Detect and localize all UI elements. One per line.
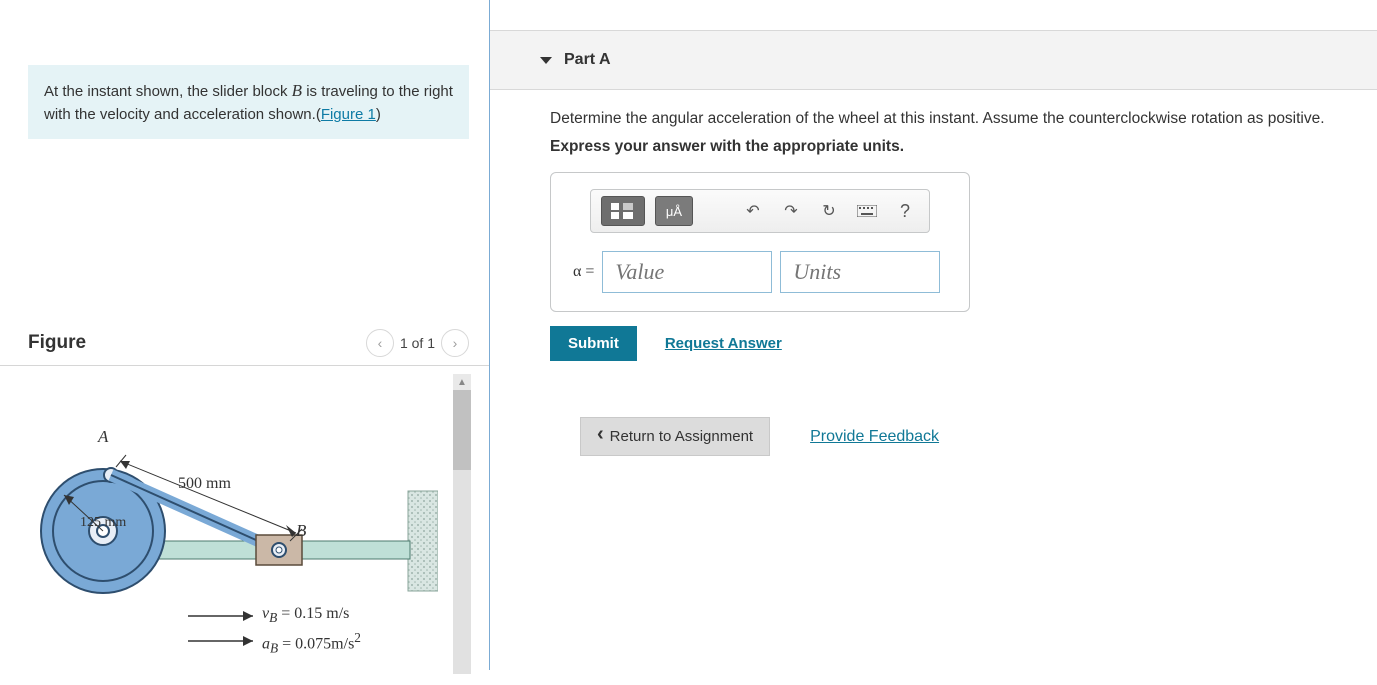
reset-button[interactable]: ↻ [815, 196, 843, 226]
scroll-thumb[interactable] [453, 390, 471, 470]
figure-scrollbar[interactable]: ▲ [453, 374, 471, 674]
answer-toolbar: μÅ ↶ ↷ ↻ ? [590, 189, 930, 233]
chevron-left-icon [597, 428, 604, 445]
figure-area: ▲ [0, 365, 489, 685]
label-B: B [296, 521, 306, 541]
undo-button[interactable]: ↶ [739, 196, 767, 226]
part-body: Determine the angular acceleration of th… [490, 90, 1377, 456]
value-input[interactable] [602, 251, 772, 293]
problem-var-B: B [292, 81, 302, 100]
dim-radius: 125 mm [80, 515, 126, 531]
chevron-down-icon [540, 57, 552, 64]
request-answer-link[interactable]: Request Answer [665, 335, 782, 352]
problem-text-1: At the instant shown, the slider block [44, 83, 292, 100]
return-button[interactable]: Return to Assignment [580, 417, 770, 456]
part-instruction: Express your answer with the appropriate… [550, 138, 1377, 156]
help-button[interactable]: ? [891, 196, 919, 226]
figure-diagram: A B 500 mm 125 mm vB = 0.15 m/s aB = 0.0… [38, 421, 438, 681]
left-panel: At the instant shown, the slider block B… [0, 0, 490, 670]
figure-link[interactable]: Figure 1 [321, 106, 376, 123]
scroll-up-icon: ▲ [453, 374, 471, 390]
part-header[interactable]: Part A [490, 30, 1377, 90]
keyboard-button[interactable] [853, 196, 881, 226]
dim-rod: 500 mm [178, 475, 231, 493]
submit-button[interactable]: Submit [550, 326, 637, 361]
submit-row: Submit Request Answer [550, 326, 1377, 361]
bottom-row: Return to Assignment Provide Feedback [580, 417, 1377, 456]
problem-text-close: ) [376, 106, 381, 123]
answer-box: μÅ ↶ ↷ ↻ ? α = [550, 172, 970, 312]
label-A: A [98, 427, 108, 447]
aB-label: aB = 0.075m/s2 [262, 630, 361, 657]
figure-title: Figure [28, 332, 366, 354]
feedback-link[interactable]: Provide Feedback [810, 428, 939, 446]
vB-label: vB = 0.15 m/s [262, 605, 349, 626]
return-label: Return to Assignment [610, 428, 753, 445]
part-title: Part A [564, 51, 611, 69]
figure-prev-button[interactable]: ‹ [366, 329, 394, 357]
figure-next-button[interactable]: › [441, 329, 469, 357]
part-prompt: Determine the angular acceleration of th… [550, 110, 1377, 128]
answer-symbol: α = [573, 263, 594, 281]
units-input[interactable] [780, 251, 940, 293]
units-button[interactable]: μÅ [655, 196, 693, 226]
figure-header: Figure ‹ 1 of 1 › [28, 329, 469, 357]
problem-statement: At the instant shown, the slider block B… [28, 65, 469, 139]
figure-nav: ‹ 1 of 1 › [366, 329, 469, 357]
template-button[interactable] [601, 196, 645, 226]
figure-page-label: 1 of 1 [400, 335, 435, 351]
answer-input-row: α = [565, 251, 955, 293]
redo-button[interactable]: ↷ [777, 196, 805, 226]
right-panel: Part A Determine the angular acceleratio… [490, 0, 1377, 670]
